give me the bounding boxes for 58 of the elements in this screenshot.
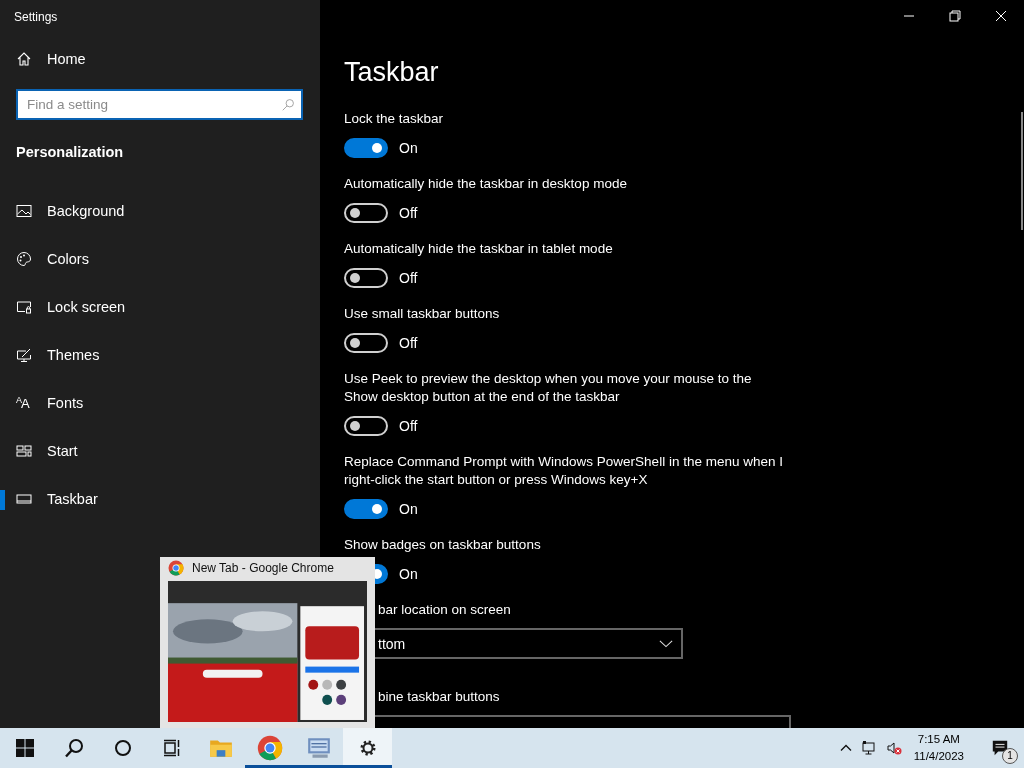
sidebar-item[interactable]: Themes bbox=[0, 331, 320, 379]
sidebar-item[interactable]: $^{A}$A Fonts bbox=[0, 379, 320, 427]
chrome-icon bbox=[256, 735, 283, 761]
toggle-switch[interactable] bbox=[344, 138, 388, 158]
scrollbar[interactable] bbox=[1021, 112, 1023, 230]
setting-label: bar location on screen bbox=[377, 601, 512, 619]
taskbar-app-button[interactable] bbox=[343, 728, 392, 768]
search-field[interactable]: Find a setting bbox=[16, 89, 303, 120]
toggle-state: Off bbox=[399, 418, 418, 434]
lock-screen-icon bbox=[16, 299, 32, 315]
computer-icon bbox=[305, 735, 332, 761]
setting-label: Use small taskbar buttons bbox=[344, 305, 501, 323]
setting-label: Automatically hide the taskbar in desktop mode bbox=[344, 175, 628, 193]
setting-label: Replace Command Prompt with Windows PowerShell in the menu when I right-click the start button or press Windows key+X bbox=[344, 453, 784, 489]
sidebar-item[interactable]: Lock screen bbox=[0, 283, 320, 331]
toggle-state: On bbox=[399, 501, 418, 517]
toggle-state: Off bbox=[399, 270, 418, 286]
search-icon bbox=[281, 98, 295, 112]
notification-icon bbox=[991, 739, 1009, 757]
chrome-icon bbox=[168, 560, 184, 576]
chevron-down-icon bbox=[659, 639, 673, 648]
themes-icon bbox=[16, 347, 32, 363]
home-icon bbox=[16, 51, 32, 67]
toggle-switch[interactable] bbox=[344, 499, 388, 519]
picture-icon bbox=[16, 203, 32, 219]
sidebar-item[interactable]: Taskbar bbox=[0, 475, 320, 523]
task-view-icon bbox=[161, 738, 182, 758]
toggle-state: On bbox=[399, 140, 418, 156]
sidebar-item[interactable]: Start bbox=[0, 427, 320, 475]
window-preview-tooltip[interactable]: New Tab - Google Chrome bbox=[160, 557, 375, 728]
clock-date[interactable]: 11/4/2023 bbox=[913, 748, 964, 765]
toggle-state: On bbox=[399, 566, 418, 582]
preview-title: New Tab - Google Chrome bbox=[192, 561, 334, 575]
setting-label: Lock the taskbar bbox=[344, 110, 445, 128]
sidebar-item[interactable]: Background bbox=[0, 187, 320, 235]
taskbar-icon bbox=[16, 491, 32, 507]
notification-count: 1 bbox=[1002, 748, 1018, 764]
search-icon bbox=[63, 738, 84, 758]
home-link[interactable]: Home bbox=[0, 35, 320, 83]
clock-time[interactable]: 7:15 AM bbox=[917, 731, 960, 748]
toggle-state: Off bbox=[399, 335, 418, 351]
fonts-icon: $^{A}$A bbox=[16, 395, 32, 411]
start-icon bbox=[16, 443, 32, 459]
section-heading: Personalization bbox=[16, 143, 125, 162]
window-title: Settings bbox=[14, 10, 58, 24]
windows-icon bbox=[14, 738, 35, 758]
setting-label: bine taskbar buttons bbox=[377, 688, 501, 706]
setting-label: Show badges on taskbar buttons bbox=[344, 536, 542, 554]
notification-button[interactable]: 1 bbox=[976, 728, 1024, 768]
page-title: Taskbar bbox=[344, 56, 440, 89]
volume-muted-icon[interactable] bbox=[885, 740, 902, 756]
sidebar-item[interactable]: Colors bbox=[0, 235, 320, 283]
toggle-state: Off bbox=[399, 205, 418, 221]
network-icon[interactable] bbox=[861, 740, 878, 756]
palette-icon bbox=[16, 251, 32, 267]
setting-label: Use Peek to preview the desktop when you move your mouse to the Show desktop button at the end of the taskbar bbox=[344, 370, 753, 406]
setting-label: Automatically hide the taskbar in tablet mode bbox=[344, 240, 614, 258]
circle-icon bbox=[112, 738, 133, 758]
